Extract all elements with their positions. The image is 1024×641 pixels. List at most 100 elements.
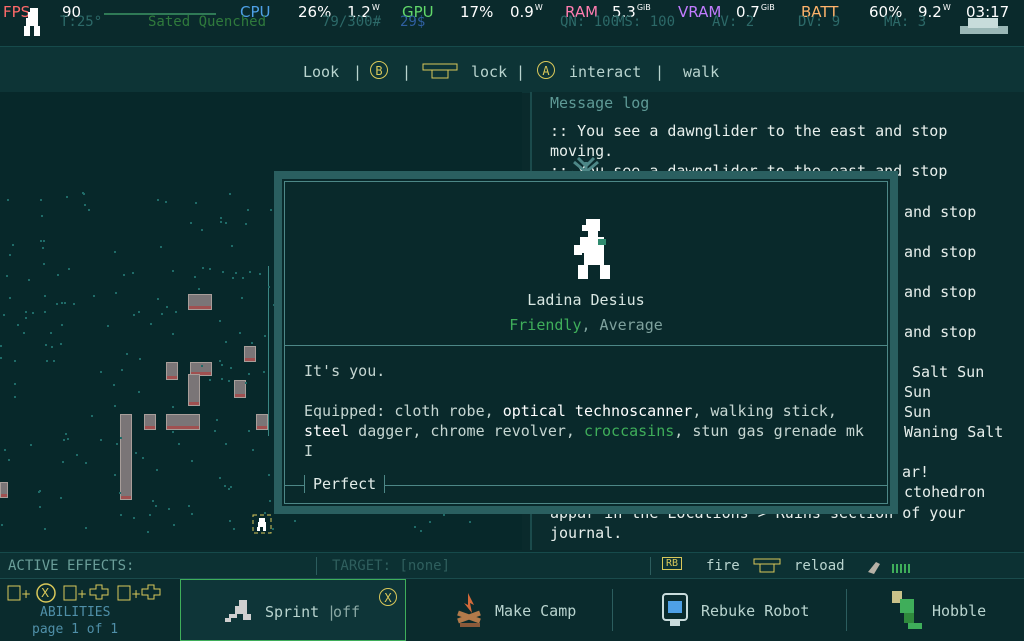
log-line: and stop bbox=[904, 203, 977, 221]
terrain-dot bbox=[73, 303, 75, 305]
terrain-dot bbox=[6, 275, 8, 277]
terrain-dot bbox=[39, 506, 41, 508]
ability-rebuke-robot[interactable]: Rebuke Robot bbox=[650, 579, 842, 641]
terrain-dot bbox=[178, 443, 180, 445]
ability-label: Hobble bbox=[932, 602, 987, 620]
walk-command[interactable]: walk bbox=[683, 63, 719, 81]
trigger-button-icon[interactable] bbox=[753, 558, 781, 574]
terrain-dot bbox=[3, 314, 5, 316]
terrain-dot bbox=[68, 268, 70, 270]
terrain-dot bbox=[268, 286, 270, 288]
terrain-dot bbox=[43, 263, 45, 265]
hunger-status: Sated Quenched bbox=[148, 14, 267, 30]
terrain-dot bbox=[133, 517, 135, 519]
campfire-icon bbox=[457, 593, 481, 627]
terrain-dot bbox=[229, 520, 231, 522]
terrain-dot bbox=[157, 298, 159, 300]
terrain-dot bbox=[268, 474, 270, 476]
terrain-dot bbox=[28, 279, 30, 281]
terrain-dot bbox=[161, 313, 163, 315]
look-command[interactable]: Look bbox=[303, 63, 339, 81]
terrain-dot bbox=[172, 406, 174, 408]
terrain-dot bbox=[30, 444, 32, 446]
terrain-dot bbox=[60, 343, 62, 345]
a-button-icon[interactable]: A bbox=[537, 61, 555, 79]
terrain-dot bbox=[25, 317, 27, 319]
terrain-dot bbox=[64, 302, 66, 304]
terrain-dot bbox=[175, 311, 177, 313]
terrain-dot bbox=[259, 273, 261, 275]
terrain-dot bbox=[220, 221, 222, 223]
terrain-dot bbox=[60, 497, 62, 499]
ruin-wall bbox=[120, 414, 132, 500]
terrain-dot bbox=[160, 246, 162, 248]
message-log-title: Message log bbox=[550, 94, 650, 112]
hobble-icon bbox=[892, 591, 922, 629]
terrain-dot bbox=[123, 274, 125, 276]
abilities-label: ABILITIES bbox=[40, 605, 111, 620]
menu-vehicle-icon[interactable] bbox=[958, 14, 1010, 36]
description-line: It's you. bbox=[304, 362, 386, 380]
terrain-dot bbox=[135, 452, 137, 454]
terrain-dot bbox=[53, 360, 55, 362]
fire-command[interactable]: fire bbox=[706, 558, 740, 574]
terrain-dot bbox=[166, 306, 168, 308]
terrain-dot bbox=[264, 335, 266, 337]
move-speed: MS: 100 bbox=[616, 14, 676, 30]
equipment-separator: , bbox=[827, 402, 837, 420]
trigger-button-icon[interactable] bbox=[422, 63, 458, 79]
terrain-dot bbox=[121, 369, 123, 371]
terrain-dot bbox=[225, 341, 227, 343]
ability-make-camp[interactable]: Make Camp bbox=[440, 579, 610, 641]
terrain-dot bbox=[221, 378, 223, 380]
terrain-dot bbox=[190, 222, 192, 224]
terrain-dot bbox=[32, 312, 34, 314]
terrain-dot bbox=[202, 267, 204, 269]
terrain-dot bbox=[219, 477, 221, 479]
terrain-dot bbox=[142, 457, 144, 459]
ability-divider bbox=[612, 589, 613, 631]
terrain-dot bbox=[67, 438, 69, 440]
terrain-dot bbox=[219, 360, 221, 362]
terrain-dot bbox=[168, 508, 170, 510]
terrain-dot bbox=[23, 332, 25, 334]
money: 29$ bbox=[400, 14, 426, 30]
terrain-dot bbox=[414, 526, 416, 528]
terrain-dot bbox=[4, 449, 6, 451]
terrain-dot bbox=[51, 346, 53, 348]
ability-label: Sprint bbox=[265, 603, 320, 621]
terrain-dot bbox=[239, 332, 241, 334]
x-button-icon[interactable]: X bbox=[379, 588, 397, 606]
equipment-item: walking stick bbox=[710, 402, 828, 420]
log-line: Sun bbox=[904, 403, 932, 421]
terrain-dot bbox=[107, 325, 109, 327]
gpu-watts: 0.9W bbox=[510, 3, 543, 21]
log-line: Waning Salt bbox=[904, 423, 1004, 441]
ability-page-buttons-icon[interactable]: + X + + bbox=[6, 582, 166, 604]
interact-command[interactable]: interact bbox=[569, 63, 641, 81]
ability-label: Make Camp bbox=[495, 602, 577, 620]
terrain-dot bbox=[149, 514, 151, 516]
terrain-dot bbox=[138, 391, 140, 393]
ability-hobble[interactable]: Hobble bbox=[888, 579, 1024, 641]
terrain-dot bbox=[62, 461, 64, 463]
lock-command[interactable]: lock bbox=[471, 63, 507, 81]
terrain-dot bbox=[172, 333, 174, 335]
ruin-wall bbox=[166, 362, 178, 380]
character-attitude: Friendly, Average bbox=[282, 316, 890, 334]
ruin-wall bbox=[166, 414, 200, 430]
reload-command[interactable]: reload bbox=[794, 558, 845, 574]
terrain-dot bbox=[155, 505, 157, 507]
b-button-icon[interactable]: B bbox=[370, 61, 388, 79]
player-cursor-icon[interactable] bbox=[252, 514, 272, 534]
character-info-dialog[interactable]: Ladina Desius Friendly, Average It's you… bbox=[274, 171, 898, 514]
rb-button-icon[interactable]: RB bbox=[662, 557, 683, 570]
equipment-item: steel bbox=[304, 422, 350, 440]
ability-sprint[interactable]: Sprint | off X bbox=[180, 579, 406, 641]
terrain-dot bbox=[232, 277, 234, 279]
equipment-separator: , bbox=[484, 402, 503, 420]
equipped-label: Equipped: bbox=[304, 402, 395, 420]
terrain-dot bbox=[264, 512, 266, 514]
terrain-dot bbox=[1, 524, 3, 526]
ruin-wall bbox=[144, 414, 156, 430]
